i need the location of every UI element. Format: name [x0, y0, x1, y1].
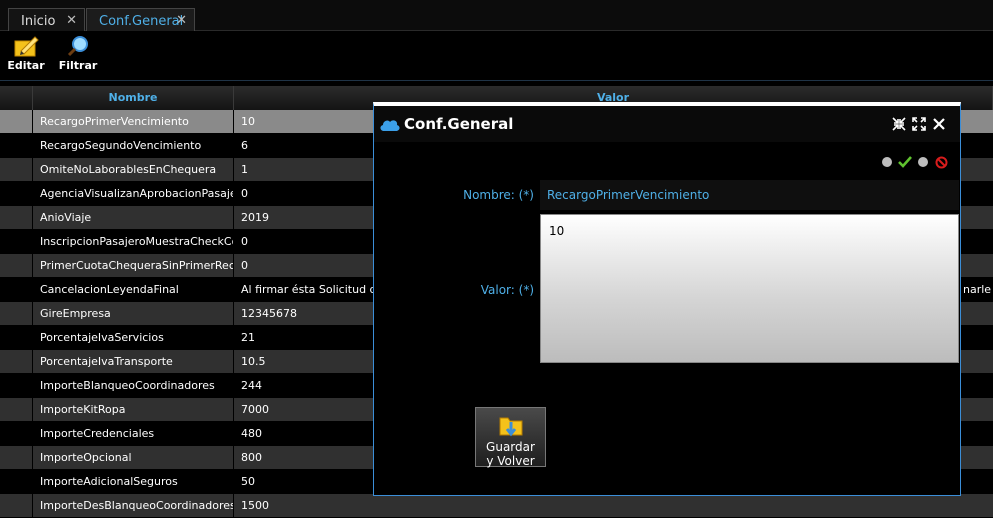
- save-and-return-button[interactable]: Guardar y Volver: [475, 407, 546, 468]
- cell-nombre[interactable]: PorcentajeIvaServicios: [33, 326, 233, 349]
- cell-nombre[interactable]: RecargoSegundoVencimiento: [33, 134, 233, 157]
- row-selector[interactable]: [0, 374, 32, 397]
- row-selector[interactable]: [0, 110, 32, 133]
- cell-nombre[interactable]: CancelacionLeyendaFinal: [33, 278, 233, 301]
- checkmark-icon[interactable]: [898, 156, 912, 168]
- row-selector[interactable]: [0, 350, 32, 373]
- magnifier-icon: [67, 36, 88, 57]
- nombre-label: Nombre: (*): [463, 188, 534, 202]
- cell-nombre[interactable]: OmiteNoLaborablesEnChequera: [33, 158, 233, 181]
- close-icon[interactable]: ✕: [66, 13, 77, 28]
- row-selector[interactable]: [0, 422, 32, 445]
- toolbar: Editar Filtrar: [0, 31, 993, 81]
- cell-nombre[interactable]: PorcentajeIvaTransporte: [33, 350, 233, 373]
- tab-label: Conf.General: [99, 14, 184, 29]
- row-selector[interactable]: [0, 470, 32, 493]
- status-dot-icon: [918, 157, 928, 167]
- cell-nombre[interactable]: ImporteAdicionalSeguros: [33, 470, 233, 493]
- cell-nombre[interactable]: GireEmpresa: [33, 302, 233, 325]
- cell-nombre[interactable]: ImporteCredenciales: [33, 422, 233, 445]
- cloud-icon: [380, 120, 400, 131]
- edit-dialog: Conf.General Nombre: (*) RecargoPrimerVe…: [373, 102, 961, 496]
- close-icon[interactable]: [932, 117, 946, 131]
- tab-label: Inicio: [21, 14, 56, 29]
- valor-textarea[interactable]: 10: [540, 214, 959, 363]
- dialog-header: Conf.General: [374, 106, 960, 142]
- row-selector[interactable]: [0, 398, 32, 421]
- cell-nombre[interactable]: AnioViaje: [33, 206, 233, 229]
- grid-corner: [0, 86, 33, 110]
- cell-valor[interactable]: 1500: [234, 494, 993, 517]
- row-selector[interactable]: [0, 446, 32, 469]
- column-header-nombre[interactable]: Nombre: [33, 86, 234, 110]
- valor-label: Valor: (*): [480, 283, 534, 297]
- close-icon[interactable]: ✕: [176, 13, 187, 28]
- dialog-title: Conf.General: [404, 115, 514, 133]
- tab-bar: Inicio ✕ Conf.General ✕: [0, 0, 993, 31]
- folder-download-icon: [499, 417, 523, 437]
- cell-nombre[interactable]: InscripcionPasajeroMuestraCheckCond: [33, 230, 233, 253]
- row-selector[interactable]: [0, 158, 32, 181]
- row-selector[interactable]: [0, 182, 32, 205]
- pencil-icon: [14, 36, 39, 57]
- cell-valor-overflow: narle a: [963, 283, 993, 296]
- cell-nombre[interactable]: ImporteOpcional: [33, 446, 233, 469]
- edit-label: Editar: [7, 59, 45, 72]
- row-selector[interactable]: [0, 494, 32, 517]
- cell-nombre[interactable]: ImporteDesBlanqueoCoordinadores: [33, 494, 233, 517]
- status-dot-icon: [882, 157, 892, 167]
- cell-nombre[interactable]: ImporteBlanqueoCoordinadores: [33, 374, 233, 397]
- save-label-line1: Guardar: [486, 440, 535, 454]
- edit-button[interactable]: Editar: [1, 35, 51, 72]
- row-selector[interactable]: [0, 278, 32, 301]
- maximize-icon[interactable]: [912, 117, 926, 131]
- cell-nombre[interactable]: AgenciaVisualizanAprobacionPasajero: [33, 182, 233, 205]
- tab-inicio[interactable]: Inicio ✕: [8, 8, 85, 31]
- row-selector[interactable]: [0, 302, 32, 325]
- minimize-icon[interactable]: [892, 117, 906, 131]
- filter-label: Filtrar: [58, 59, 98, 72]
- table-row[interactable]: ImporteDesBlanqueoCoordinadores 1500: [0, 494, 993, 518]
- save-label-line2: y Volver: [486, 454, 535, 468]
- filter-button[interactable]: Filtrar: [53, 35, 103, 72]
- cancel-icon[interactable]: [935, 156, 948, 169]
- row-selector[interactable]: [0, 206, 32, 229]
- cell-nombre[interactable]: RecargoPrimerVencimiento: [33, 110, 233, 133]
- tab-conf-general[interactable]: Conf.General ✕: [86, 8, 195, 31]
- row-selector[interactable]: [0, 326, 32, 349]
- row-selector[interactable]: [0, 134, 32, 157]
- row-selector[interactable]: [0, 230, 32, 253]
- cell-nombre[interactable]: ImporteKitRopa: [33, 398, 233, 421]
- cell-nombre[interactable]: PrimerCuotaChequeraSinPrimerRecargo: [33, 254, 233, 277]
- nombre-field: RecargoPrimerVencimiento: [540, 180, 959, 210]
- row-selector[interactable]: [0, 254, 32, 277]
